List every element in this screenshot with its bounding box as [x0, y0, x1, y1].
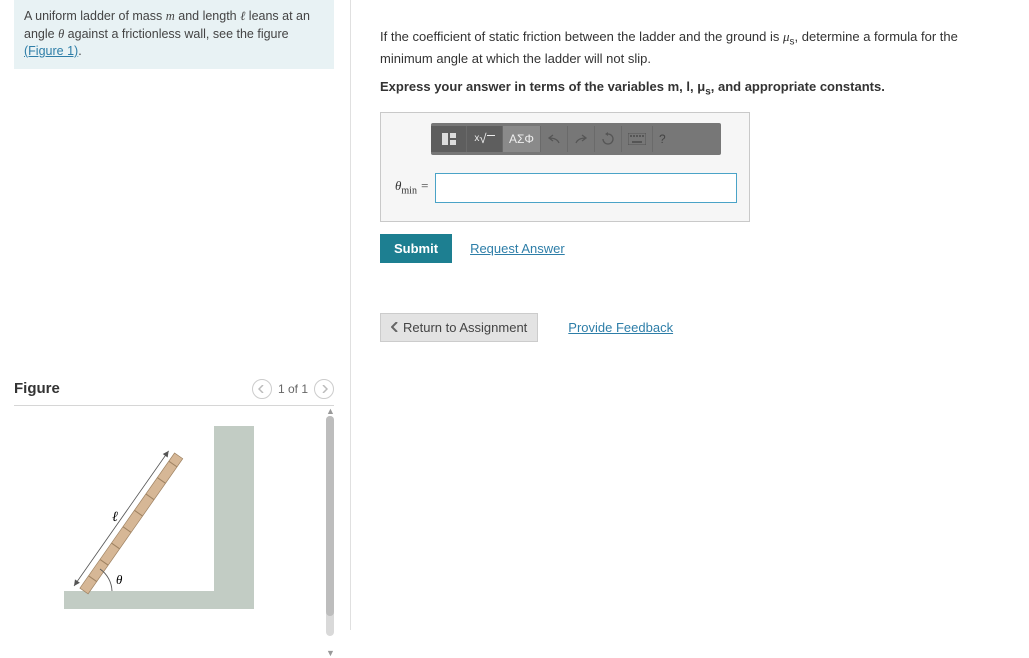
help-button[interactable]: ? — [653, 126, 672, 152]
figure-pager: 1 of 1 — [252, 379, 334, 399]
problem-text: . — [78, 44, 81, 58]
bottom-nav: Return to Assignment Provide Feedback — [380, 313, 1010, 342]
chevron-left-icon — [258, 385, 266, 393]
reset-icon — [601, 132, 615, 146]
submit-row: Submit Request Answer — [380, 234, 1010, 263]
equation-toolbar: x√ ΑΣΦ ? — [431, 123, 721, 155]
figure-header: Figure 1 of 1 — [14, 379, 334, 406]
answer-box: x√ ΑΣΦ ? θmin = — [380, 112, 750, 222]
chevron-left-icon — [391, 322, 399, 332]
math-root-button[interactable]: x√ — [467, 126, 503, 152]
question-text: If the coefficient of static friction be… — [380, 28, 1010, 69]
theta-subscript: min — [401, 186, 417, 197]
column-divider — [350, 0, 351, 630]
figure-pager-text: 1 of 1 — [278, 382, 308, 396]
var-l: l — [686, 79, 690, 94]
return-label: Return to Assignment — [403, 320, 527, 335]
undo-button[interactable] — [541, 126, 568, 152]
return-to-assignment-button[interactable]: Return to Assignment — [380, 313, 538, 342]
scroll-down-icon[interactable]: ▼ — [326, 648, 334, 658]
greek-letters-button[interactable]: ΑΣΦ — [503, 126, 541, 152]
redo-button[interactable] — [568, 126, 595, 152]
redo-icon — [574, 133, 588, 145]
angle-label: θ — [116, 572, 123, 587]
provide-feedback-link[interactable]: Provide Feedback — [568, 320, 673, 335]
length-label: ℓ — [112, 510, 118, 525]
reset-button[interactable] — [595, 126, 622, 152]
figure-scrollbar[interactable] — [326, 416, 334, 636]
scroll-up-icon[interactable]: ▲ — [326, 406, 334, 416]
problem-text: against a frictionless wall, see the fig… — [64, 27, 288, 41]
var-m: m — [166, 9, 175, 23]
answer-input-row: θmin = — [381, 155, 749, 221]
instruct-text: , and appropriate constants. — [711, 79, 885, 94]
answer-variable-label: θmin = — [395, 178, 429, 197]
keyboard-icon — [628, 133, 646, 145]
equals-sign: = — [417, 178, 429, 193]
figure-next-button[interactable] — [314, 379, 334, 399]
templates-icon — [441, 132, 457, 146]
keyboard-button[interactable] — [622, 126, 653, 152]
submit-button[interactable]: Submit — [380, 234, 452, 263]
undo-icon — [547, 133, 561, 145]
problem-text: A uniform ladder of mass — [24, 9, 166, 23]
figure-prev-button[interactable] — [252, 379, 272, 399]
var-mu: μ — [697, 79, 705, 94]
figure-title: Figure — [14, 380, 60, 397]
problem-description: A uniform ladder of mass m and length ℓ … — [14, 0, 334, 69]
problem-text: and length — [175, 9, 240, 23]
answer-input[interactable] — [435, 173, 737, 203]
answer-instruction: Express your answer in terms of the vari… — [380, 79, 1010, 98]
var-m: m — [668, 79, 680, 94]
chevron-right-icon — [320, 385, 328, 393]
question-line: If the coefficient of static friction be… — [380, 29, 783, 44]
figure-link[interactable]: (Figure 1) — [24, 44, 78, 58]
figure-image: ℓ θ — [14, 416, 294, 626]
request-answer-link[interactable]: Request Answer — [470, 241, 565, 256]
templates-button[interactable] — [431, 126, 467, 152]
instruct-text: Express your answer in terms of the vari… — [380, 79, 668, 94]
figure-body: ℓ θ ▲ ▼ — [14, 416, 334, 646]
